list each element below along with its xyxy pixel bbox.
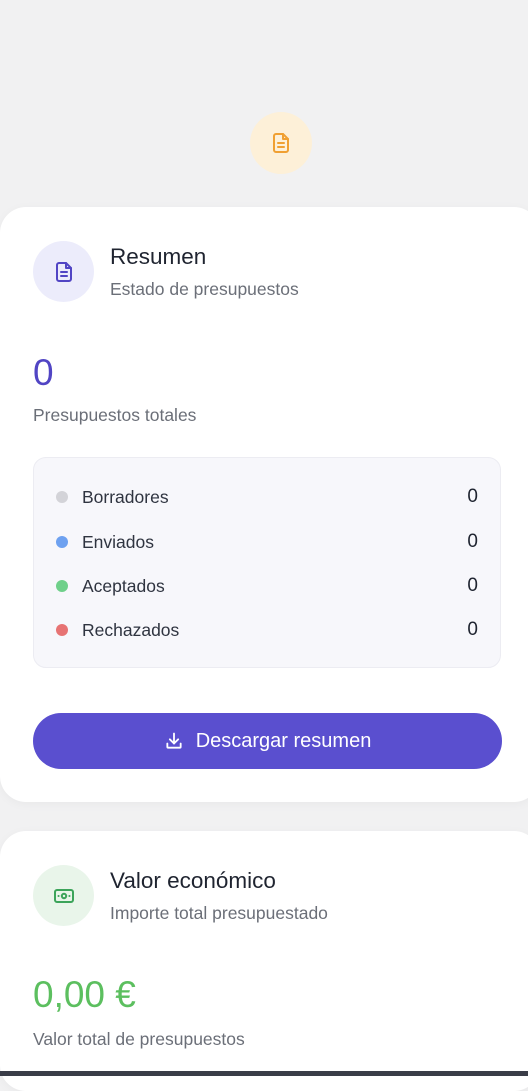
status-label: Borradores xyxy=(82,486,169,507)
status-label: Rechazados xyxy=(82,619,180,640)
summary-document-icon xyxy=(33,241,94,302)
download-summary-button[interactable]: Descargar resumen xyxy=(33,713,502,769)
status-count: 0 xyxy=(467,531,478,552)
status-label: Enviados xyxy=(82,531,154,552)
total-budgets-count: 0 xyxy=(33,352,54,393)
total-value-amount: 0,00 € xyxy=(33,974,136,1015)
download-summary-label: Descargar resumen xyxy=(195,729,372,752)
value-subtitle: Importe total presupuestado xyxy=(110,903,328,923)
status-row-borradores: Borradores 0 xyxy=(56,485,478,509)
total-budgets-label: Presupuestos totales xyxy=(33,405,197,425)
banknote-icon xyxy=(33,865,94,926)
status-label: Aceptados xyxy=(82,575,165,596)
status-count: 0 xyxy=(467,575,478,596)
status-dot xyxy=(56,491,68,503)
summary-title: Resumen xyxy=(110,244,207,269)
summary-card: Resumen Estado de presupuestos 0 Presupu… xyxy=(0,207,528,802)
value-card: Valor económico Importe total presupuest… xyxy=(0,831,528,1091)
value-title: Valor económico xyxy=(110,868,276,893)
bottom-edge-bar xyxy=(0,1071,528,1076)
total-value-label: Valor total de presupuestos xyxy=(33,1029,245,1049)
header-document-icon xyxy=(250,112,312,174)
status-row-aceptados: Aceptados 0 xyxy=(56,574,478,598)
summary-subtitle: Estado de presupuestos xyxy=(110,279,299,299)
status-dot xyxy=(56,580,68,592)
status-row-enviados: Enviados 0 xyxy=(56,530,478,554)
status-count: 0 xyxy=(467,486,478,507)
status-dot xyxy=(56,536,68,548)
status-breakdown: Borradores 0 Enviados 0 Aceptados 0 Rech… xyxy=(33,457,501,668)
status-dot xyxy=(56,624,68,636)
status-row-rechazados: Rechazados 0 xyxy=(56,618,478,642)
status-count: 0 xyxy=(467,619,478,640)
download-icon xyxy=(166,732,182,749)
